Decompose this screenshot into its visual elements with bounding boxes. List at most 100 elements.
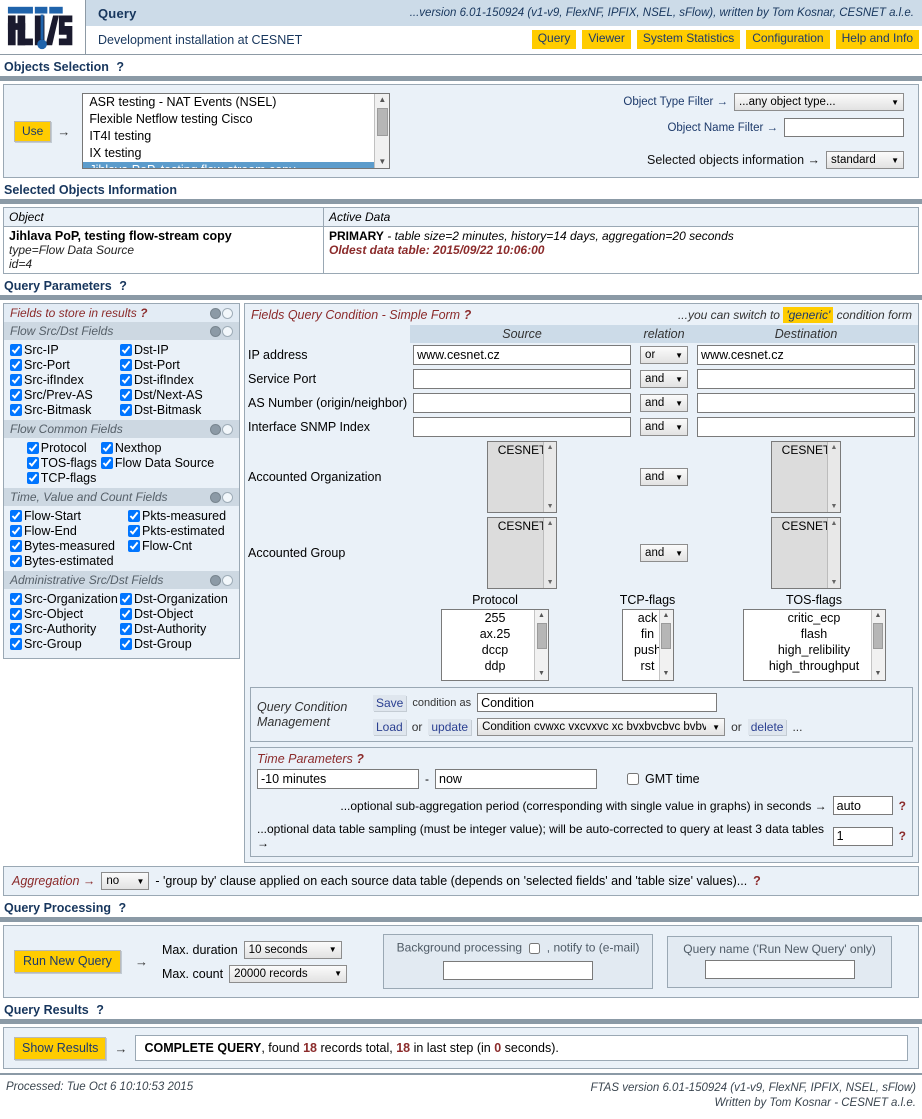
object-name-filter-input[interactable] [784,118,904,137]
max-duration-select[interactable]: 10 seconds ▼ [243,940,342,959]
field-src-ifindex[interactable]: Src-ifIndex [10,373,120,387]
fields-to-store-help-icon[interactable]: ? [140,306,147,320]
list-item[interactable]: Flexible Netflow testing Cisco [83,111,389,128]
toggle-off-dot[interactable] [222,423,233,435]
toggle-on-dot[interactable] [210,574,221,586]
list-item[interactable]: high_throughput [744,658,885,674]
condition-form-help-icon[interactable]: ? [464,308,472,322]
field-pkts-measured-checkbox[interactable] [128,510,140,522]
field-dst-organization-checkbox[interactable] [120,593,132,605]
as-number-relation-select[interactable]: and ▼ [640,394,689,412]
scrollbar-thumb[interactable] [661,623,671,649]
field-dst-object[interactable]: Dst-Object [120,607,237,621]
toggle-off-dot[interactable] [222,574,233,586]
list-item-selected[interactable]: Jihlava PoP, testing flow-stream copy [83,162,390,168]
field-dst-ip[interactable]: Dst-IP [120,343,237,357]
scroll-up-icon[interactable]: ▲ [538,610,545,622]
field-bytes-measured-checkbox[interactable] [10,540,22,552]
scrollbar-thumb[interactable] [873,623,883,649]
as-number-source-input[interactable] [413,393,632,413]
time-from-input[interactable] [257,769,419,789]
list-scrollbar[interactable]: ▲ ▼ [534,610,548,680]
saved-condition-select[interactable]: Condition cvwxc vxcvxvc xc bvxbvcbvc bvb… [477,718,726,736]
aggregation-help-icon[interactable]: ? [753,874,761,888]
field-dst-group-checkbox[interactable] [120,638,132,650]
snmp-index-source-input[interactable] [413,417,632,437]
scroll-up-icon[interactable]: ▲ [828,442,840,453]
max-count-select[interactable]: 20000 records ▼ [229,964,348,983]
field-dst-next-as-checkbox[interactable] [120,389,132,401]
scroll-down-icon[interactable]: ▼ [663,668,670,680]
toggle-off-dot[interactable] [222,491,233,503]
query-name-input[interactable] [704,959,855,979]
scroll-up-icon[interactable]: ▲ [875,610,882,622]
list-scrollbar[interactable]: ▲ ▼ [543,442,557,512]
field-dst-organization[interactable]: Dst-Organization [120,592,237,606]
field-dst-ifindex-checkbox[interactable] [120,374,132,386]
field-src-group[interactable]: Src-Group [10,637,120,651]
list-scrollbar[interactable]: ▲ ▼ [827,442,841,512]
field-flow-data-source-checkbox[interactable] [100,457,113,469]
list-item[interactable]: IX testing [83,145,389,162]
query-results-help-icon[interactable]: ? [96,1003,104,1017]
time-to-input[interactable] [435,769,597,789]
list-item[interactable]: flash [744,626,885,642]
field-tos-flags-checkbox[interactable] [26,457,39,469]
scroll-up-icon[interactable]: ▲ [828,518,840,529]
list-item[interactable]: ASR testing - NAT Events (NSEL) [83,94,389,111]
list-scrollbar[interactable]: ▲ ▼ [543,518,557,588]
scroll-up-icon[interactable]: ▲ [663,610,670,622]
field-protocol[interactable]: Protocol [26,441,97,455]
field-src-group-checkbox[interactable] [10,638,22,650]
field-bytes-measured[interactable]: Bytes-measured [10,539,128,553]
subaggregation-help-icon[interactable]: ? [899,799,906,813]
gmt-time-checkbox-label[interactable]: GMT time [627,772,700,786]
group-toggle[interactable] [210,574,233,586]
scroll-up-icon[interactable]: ▲ [544,442,556,453]
background-processing-checkbox[interactable] [529,943,541,954]
field-flow-cnt-checkbox[interactable] [128,540,140,552]
accounted-group-source-list[interactable]: CESNET ▲ ▼ [487,517,558,589]
aggregation-select[interactable]: no ▼ [101,872,150,890]
fields-to-store-toggle[interactable] [210,307,233,319]
toggle-off-dot[interactable] [222,325,233,337]
toggle-off-dot[interactable] [222,307,233,319]
field-src-port-checkbox[interactable] [10,359,22,371]
run-new-query-button[interactable]: Run New Query [14,950,121,973]
list-scrollbar[interactable]: ▲ ▼ [870,610,885,680]
toggle-on-dot[interactable] [210,325,221,337]
field-nexthop[interactable]: Nexthop [100,441,214,455]
list-item[interactable]: high_relibility [744,642,885,658]
list-scrollbar[interactable]: ▲ ▼ [658,610,673,680]
sampling-input[interactable] [832,826,893,846]
field-dst-authority-checkbox[interactable] [120,623,132,635]
accounted-organization-relation-select[interactable]: and ▼ [640,468,689,486]
field-flow-end[interactable]: Flow-End [10,524,128,538]
switch-to-generic-link[interactable]: 'generic' [783,307,834,323]
load-condition-button[interactable]: Load [373,719,406,735]
field-src-ip-checkbox[interactable] [10,344,22,356]
list-item[interactable]: ax.25 [442,626,548,642]
as-number-destination-input[interactable] [697,393,915,413]
field-dst-next-as[interactable]: Dst/Next-AS [120,388,237,402]
time-parameters-help-icon[interactable]: ? [356,752,364,766]
field-dst-object-checkbox[interactable] [120,608,132,620]
accounted-group-relation-select[interactable]: and ▼ [640,544,689,562]
query-processing-help-icon[interactable]: ? [118,901,126,915]
list-item[interactable]: ddp [442,658,548,674]
gmt-time-checkbox[interactable] [627,773,639,785]
field-src-prev-as-checkbox[interactable] [10,389,22,401]
field-src-port[interactable]: Src-Port [10,358,120,372]
nav-viewer[interactable]: Viewer [582,30,631,49]
scroll-down-icon[interactable]: ▼ [875,668,882,680]
scroll-up-icon[interactable]: ▲ [378,94,386,106]
field-src-ifindex-checkbox[interactable] [10,374,22,386]
scroll-down-icon[interactable]: ▼ [544,501,556,512]
scrollbar-thumb[interactable] [536,623,547,649]
ip-address-relation-select[interactable]: or ▼ [640,346,689,364]
field-tcp-flags[interactable]: TCP-flags [26,471,97,485]
use-button[interactable]: Use [14,120,52,142]
tcp-flags-list[interactable]: ack fin push rst ▲ ▼ [621,609,674,681]
field-flow-start-checkbox[interactable] [10,510,22,522]
group-toggle[interactable] [210,325,233,337]
